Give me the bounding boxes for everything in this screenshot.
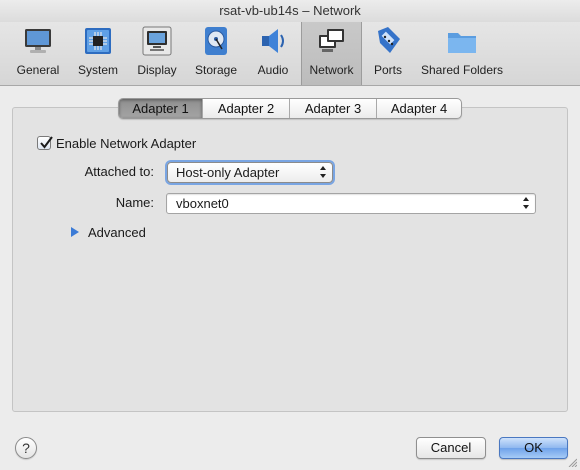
- name-value: vboxnet0: [176, 196, 229, 211]
- adapter-tabs: Adapter 1 Adapter 2 Adapter 3 Adapter 4: [118, 98, 462, 119]
- toolbar-audio[interactable]: Audio: [248, 22, 298, 85]
- speaker-icon: [262, 29, 284, 53]
- chip-icon: [85, 28, 111, 54]
- toolbar-general-label: General: [16, 63, 60, 77]
- toolbar-display-label: Display: [137, 63, 177, 77]
- attached-to-popup[interactable]: Host-only Adapter: [167, 162, 333, 183]
- resize-grip-icon[interactable]: [567, 457, 577, 467]
- advanced-label: Advanced: [88, 224, 146, 240]
- name-combobox[interactable]: vboxnet0: [166, 193, 536, 214]
- tab-adapter-1[interactable]: Adapter 1: [119, 99, 203, 118]
- disclosure-triangle-icon[interactable]: [70, 227, 80, 237]
- help-button[interactable]: ?: [15, 437, 37, 459]
- toolbar-system-label: System: [77, 63, 118, 77]
- tab-adapter-2[interactable]: Adapter 2: [203, 99, 290, 118]
- attached-to-label: Attached to:: [84, 164, 154, 179]
- network-icon: [318, 29, 344, 52]
- toolbar-ports-label: Ports: [373, 63, 402, 77]
- attached-to-value: Host-only Adapter: [176, 165, 280, 180]
- toolbar-shared-folders[interactable]: Shared Folders: [416, 22, 508, 85]
- toolbar-ports[interactable]: Ports: [366, 22, 410, 85]
- updown-arrows-icon[interactable]: [522, 196, 530, 210]
- advanced-disclosure[interactable]: Advanced: [70, 224, 146, 240]
- settings-toolbar: rsat-vb-ub14s – Network General System D…: [0, 0, 580, 86]
- tab-adapter-3[interactable]: Adapter 3: [290, 99, 377, 118]
- window-title: rsat-vb-ub14s – Network: [0, 0, 580, 22]
- folder-icon: [448, 33, 476, 53]
- toolbar-audio-label: Audio: [257, 63, 289, 77]
- enable-adapter-row[interactable]: Enable Network Adapter: [37, 135, 196, 151]
- monitor-icon: [25, 29, 51, 53]
- enable-adapter-checkbox[interactable]: [37, 136, 53, 150]
- display-icon: [142, 26, 172, 56]
- ports-icon: [378, 27, 400, 53]
- toolbar-system[interactable]: System: [72, 22, 124, 85]
- ok-button[interactable]: OK: [499, 437, 568, 459]
- name-label: Name:: [115, 195, 154, 210]
- toolbar-display[interactable]: Display: [130, 22, 184, 85]
- adapter-panel: [12, 107, 568, 412]
- cancel-button[interactable]: Cancel: [416, 437, 486, 459]
- updown-arrows-icon: [320, 166, 326, 178]
- toolbar-general[interactable]: General: [10, 22, 66, 85]
- toolbar-storage-label: Storage: [194, 63, 238, 77]
- enable-adapter-label: Enable Network Adapter: [56, 135, 197, 151]
- tab-adapter-4[interactable]: Adapter 4: [377, 99, 461, 118]
- toolbar-storage[interactable]: Storage: [190, 22, 242, 85]
- toolbar-shared-folders-label: Shared Folders: [420, 63, 504, 77]
- disk-icon: [205, 27, 227, 55]
- toolbar-network-label: Network: [309, 63, 354, 77]
- toolbar-network[interactable]: Network: [301, 22, 362, 85]
- checkmark-icon: [40, 136, 53, 149]
